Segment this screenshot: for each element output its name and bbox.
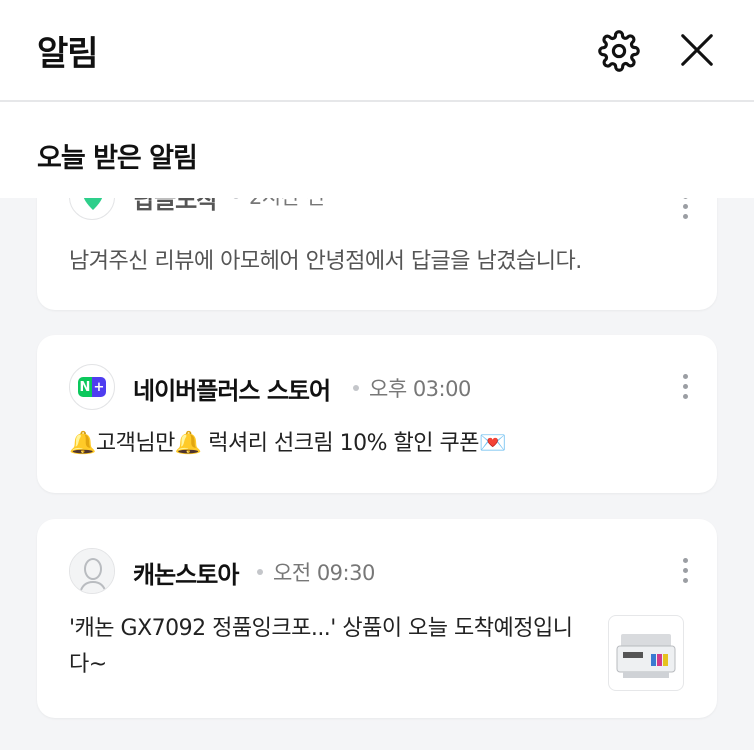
section-title: 오늘 받은 알림 bbox=[37, 143, 198, 174]
notification-card[interactable]: N + 네이버플러스 스토어 오후 03:00 🔔고객님만🔔 럭셔리 선크림 10… bbox=[37, 335, 717, 493]
notification-list[interactable]: 답글도착 2시간 전 남겨주신 리뷰에 아모헤어 안녕점에서 답글을 남겼습니다… bbox=[0, 198, 754, 750]
notification-time: 2시간 전 bbox=[249, 198, 325, 211]
naver-plus-logo-icon: N + bbox=[69, 364, 115, 410]
notification-message: 남겨주신 리뷰에 아모헤어 안녕점에서 답글을 남겼습니다. bbox=[69, 249, 582, 274]
separator-dot bbox=[233, 198, 239, 199]
notification-message: '캐논 GX7092 정품잉크포...' 상품이 오늘 도착예정입니 bbox=[69, 616, 573, 641]
notification-message-line2: 다~ bbox=[69, 652, 107, 677]
header-bar: 알림 bbox=[0, 0, 754, 102]
more-options-icon[interactable] bbox=[681, 198, 689, 224]
printer-thumbnail[interactable] bbox=[608, 615, 684, 691]
notification-card[interactable]: 캐논스토아 오전 09:30 '캐논 GX7092 정품잉크포...' 상품이 … bbox=[37, 519, 717, 718]
page-title: 알림 bbox=[37, 34, 99, 74]
close-icon[interactable] bbox=[678, 31, 716, 69]
notification-sender: 네이버플러스 스토어 bbox=[133, 377, 331, 405]
separator-dot bbox=[353, 385, 359, 391]
location-pin-icon bbox=[69, 198, 115, 220]
notification-sender: 답글도착 bbox=[133, 198, 218, 214]
notification-message: 🔔고객님만🔔 럭셔리 선크림 10% 할인 쿠폰💌 bbox=[69, 431, 506, 456]
more-options-icon[interactable] bbox=[681, 558, 689, 588]
gear-icon[interactable] bbox=[598, 30, 640, 72]
more-options-icon[interactable] bbox=[681, 374, 689, 404]
notification-time: 오전 09:30 bbox=[273, 561, 375, 585]
section-header: 오늘 받은 알림 bbox=[0, 102, 754, 198]
separator-dot bbox=[257, 569, 263, 575]
notification-sender: 캐논스토아 bbox=[133, 561, 239, 589]
notification-card[interactable]: 답글도착 2시간 전 남겨주신 리뷰에 아모헤어 안녕점에서 답글을 남겼습니다… bbox=[37, 198, 717, 310]
user-avatar-icon bbox=[69, 548, 115, 594]
notification-time: 오후 03:00 bbox=[369, 377, 471, 401]
